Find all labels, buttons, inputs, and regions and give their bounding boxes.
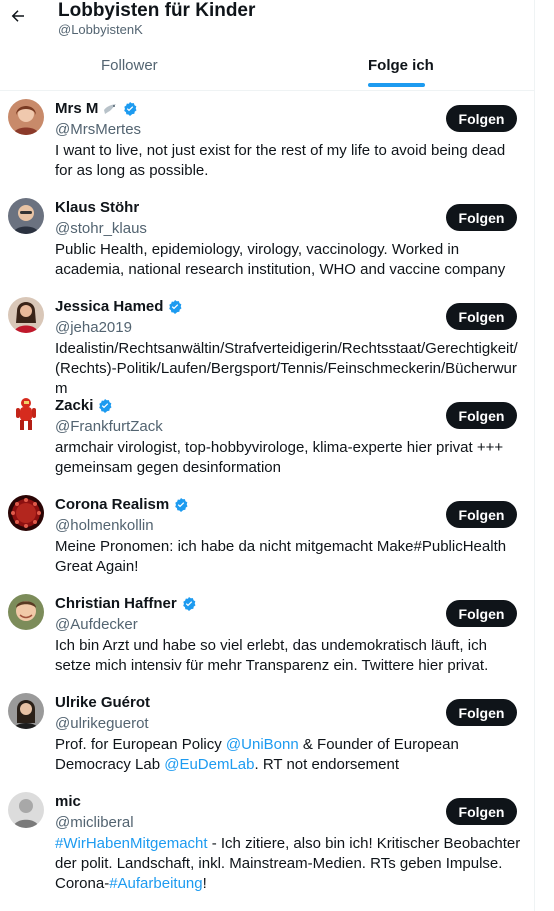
verified-badge-icon: [124, 102, 137, 116]
avatar[interactable]: [8, 693, 44, 729]
avatar[interactable]: [8, 594, 44, 630]
user-row[interactable]: Ulrike Guérot @ulrikeguerot Folgen Prof.…: [0, 685, 534, 784]
follow-button[interactable]: Folgen: [446, 501, 517, 528]
avatar[interactable]: [8, 495, 44, 531]
user-name-line[interactable]: Zacki: [55, 397, 113, 415]
user-row[interactable]: Corona Realism @holmenkollin Folgen Mein…: [0, 487, 534, 586]
follow-button[interactable]: Folgen: [446, 303, 517, 330]
avatar[interactable]: [8, 297, 44, 333]
user-handle: @stohr_klaus: [55, 220, 147, 237]
follow-button[interactable]: Folgen: [446, 402, 517, 429]
tab-following[interactable]: Folge ich: [368, 57, 434, 75]
page-title: Lobbyisten für Kinder: [58, 0, 256, 21]
user-row[interactable]: Christian Haffner @Aufdecker Folgen Ich …: [0, 586, 534, 685]
tab-followers[interactable]: Follower: [101, 57, 158, 75]
verified-badge-icon: [99, 399, 112, 413]
bio-text: . RT not endorsement: [254, 756, 400, 773]
follow-button[interactable]: Folgen: [446, 105, 517, 132]
avatar[interactable]: [8, 396, 44, 432]
user-row[interactable]: Mrs M @MrsMertes Folgen I want to live, …: [0, 91, 534, 190]
user-list: Mrs M @MrsMertes Folgen I want to live, …: [0, 91, 534, 904]
user-name-line[interactable]: Ulrike Guérot: [55, 694, 150, 712]
back-button[interactable]: [8, 6, 28, 26]
user-bio: Prof. for European Policy @UniBonn & Fou…: [55, 735, 525, 775]
avatar[interactable]: [8, 198, 44, 234]
user-handle: @FrankfurtZack: [55, 418, 163, 435]
follow-button[interactable]: Folgen: [446, 600, 517, 627]
user-name[interactable]: Klaus Stöhr: [55, 199, 139, 217]
arrow-left-icon: [11, 10, 24, 22]
user-bio: I want to live, not just exist for the r…: [55, 142, 506, 179]
user-handle: @MrsMertes: [55, 121, 142, 138]
user-name-line[interactable]: Corona Realism: [55, 496, 189, 514]
follow-button[interactable]: Folgen: [446, 204, 517, 231]
user-handle: @micliberal: [55, 814, 134, 831]
user-name-line[interactable]: Christian Haffner: [55, 595, 197, 613]
user-name[interactable]: Zacki: [55, 397, 93, 415]
follow-button[interactable]: Folgen: [446, 798, 517, 825]
user-name-line[interactable]: mic: [55, 793, 81, 811]
mention-link[interactable]: @EuDemLab: [164, 756, 254, 773]
account-handle: @LobbyistenK: [58, 22, 143, 37]
avatar[interactable]: [8, 99, 44, 135]
bio-text: Prof. for European Policy: [55, 736, 226, 753]
user-bio: armchair virologist, top-hobbyvirologe, …: [55, 439, 504, 476]
follow-button[interactable]: Folgen: [446, 699, 517, 726]
user-name-line[interactable]: Jessica Hamed: [55, 298, 183, 316]
user-bio: Meine Pronomen: ich habe da nicht mitgem…: [55, 538, 507, 575]
hashtag-link[interactable]: #WirHabenMitgemacht: [55, 835, 208, 852]
user-name-line[interactable]: Klaus Stöhr: [55, 199, 139, 217]
bio-text: !: [202, 875, 207, 892]
user-handle: @jeha2019: [55, 319, 132, 336]
user-handle: @ulrikeguerot: [55, 715, 149, 732]
user-name[interactable]: Jessica Hamed: [55, 298, 163, 316]
user-bio: Ich bin Arzt und habe so viel erlebt, da…: [55, 637, 489, 674]
verified-badge-icon: [175, 498, 188, 512]
dove-icon: [104, 104, 117, 114]
user-handle: @Aufdecker: [55, 616, 138, 633]
user-bio: Public Health, epidemiology, virology, v…: [55, 241, 506, 278]
user-name[interactable]: mic: [55, 793, 81, 811]
user-handle: @holmenkollin: [55, 517, 154, 534]
mention-link[interactable]: @UniBonn: [226, 736, 299, 753]
user-name[interactable]: Mrs M: [55, 100, 98, 118]
hashtag-link[interactable]: #Aufarbeitung: [109, 875, 202, 892]
scrollbar[interactable]: [534, 0, 554, 911]
active-tab-indicator: [368, 83, 425, 87]
user-name[interactable]: Corona Realism: [55, 496, 169, 514]
user-name[interactable]: Christian Haffner: [55, 595, 177, 613]
profile-header: Lobbyisten für Kinder @LobbyistenK Follo…: [0, 0, 534, 91]
avatar[interactable]: [8, 792, 44, 828]
user-row[interactable]: mic @micliberal Folgen #WirHabenMitgemac…: [0, 784, 534, 904]
user-row[interactable]: Klaus Stöhr @stohr_klaus Folgen Public H…: [0, 190, 534, 289]
user-name[interactable]: Ulrike Guérot: [55, 694, 150, 712]
user-row[interactable]: Zacki @FrankfurtZack Folgen armchair vir…: [0, 388, 534, 487]
user-row[interactable]: Jessica Hamed @jeha2019 Folgen Idealisti…: [0, 289, 534, 397]
verified-badge-icon: [182, 597, 196, 611]
user-name-line[interactable]: Mrs M: [55, 100, 138, 118]
user-bio: #WirHabenMitgemacht - Ich zitiere, also …: [55, 834, 525, 894]
verified-badge-icon: [169, 300, 182, 314]
